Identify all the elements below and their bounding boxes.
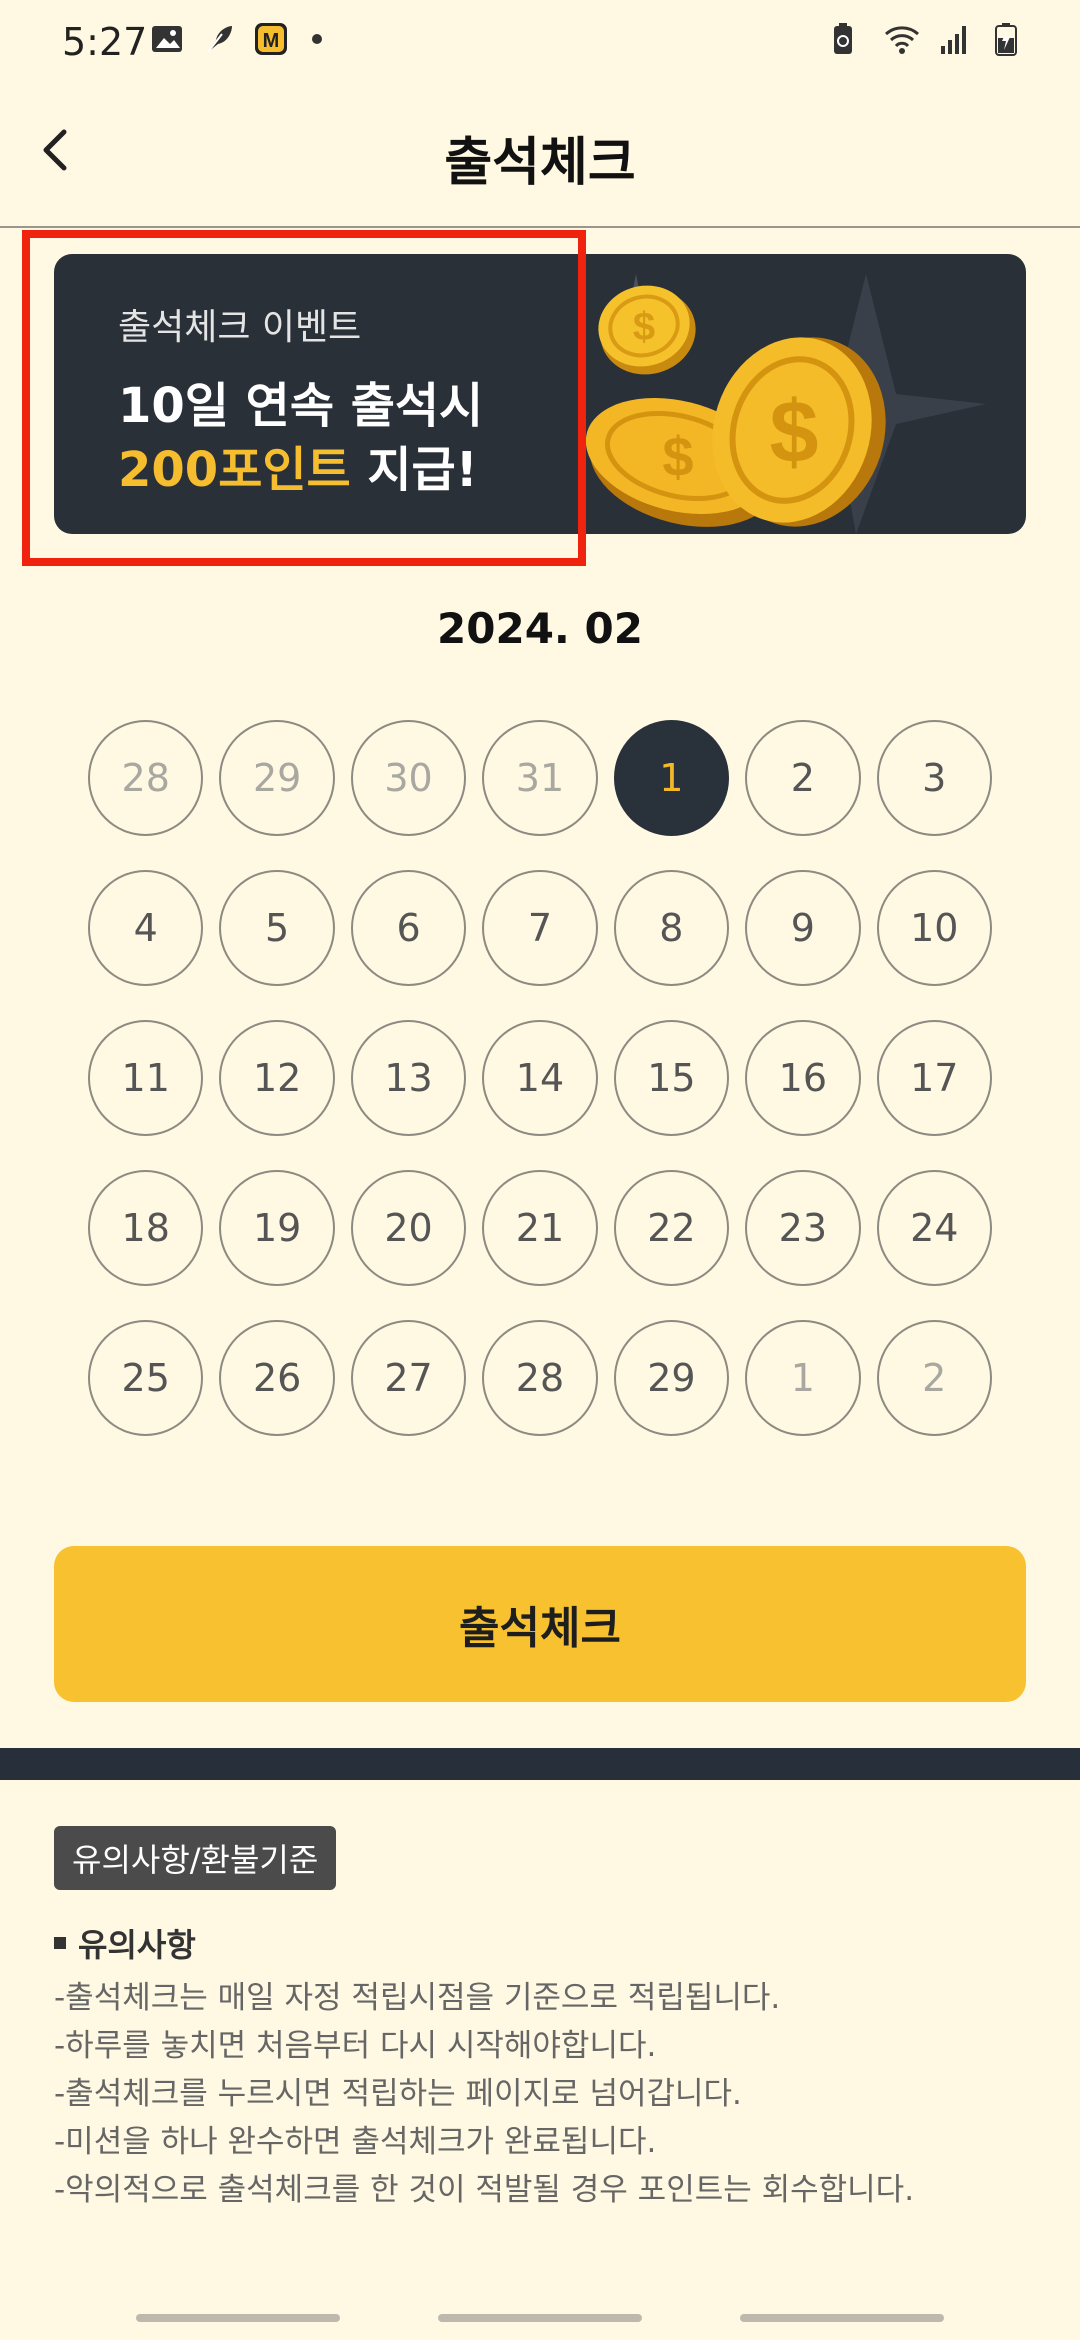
notes-tag: 유의사항/환불기준	[54, 1826, 337, 1890]
notification-dot-icon	[312, 34, 322, 44]
svg-text:$: $	[662, 425, 693, 488]
calendar-day[interactable]: 21	[482, 1170, 598, 1286]
page-title: 출석체크	[444, 133, 636, 193]
highlight-annotation-box	[22, 230, 586, 566]
calendar-day[interactable]: 23	[745, 1170, 861, 1286]
feather-app-icon	[202, 22, 236, 56]
nav-back-button[interactable]	[740, 2314, 944, 2322]
calendar-day[interactable]: 2	[876, 1320, 992, 1436]
calendar-day[interactable]: 4	[88, 870, 204, 986]
svg-text:$: $	[770, 382, 819, 481]
battery-charging-icon	[994, 22, 1028, 56]
attendance-screen: 5:27 M 출석체크 출석체크 이벤트 10일 연속 출석시 200포인트 지…	[0, 0, 1080, 2340]
calendar-day[interactable]: 12	[219, 1020, 335, 1136]
battery-saver-icon	[826, 22, 860, 56]
calendar-week-row: 25 26 27 28 29 1 2	[88, 1320, 992, 1436]
calendar-day[interactable]: 24	[876, 1170, 992, 1286]
attendance-check-button[interactable]: 출석체크	[54, 1546, 1026, 1702]
calendar-day[interactable]: 28	[482, 1320, 598, 1436]
calendar-day[interactable]: 3	[876, 720, 992, 836]
calendar-day[interactable]: 11	[88, 1020, 204, 1136]
calendar-day-today[interactable]: 1	[613, 720, 730, 836]
calendar-week-row: 11 12 13 14 15 16 17	[88, 1020, 992, 1136]
notes-heading: 유의사항	[54, 1920, 196, 1966]
note-line: -출석체크는 매일 자정 적립시점을 기준으로 적립됩니다.	[54, 1980, 781, 2016]
nav-home-button[interactable]	[438, 2314, 642, 2322]
calendar-day[interactable]: 19	[219, 1170, 335, 1286]
calendar-day[interactable]: 6	[350, 870, 467, 986]
status-left-icons: M	[150, 22, 322, 56]
notes-heading-text: 유의사항	[78, 1926, 196, 1964]
calendar-day[interactable]: 5	[219, 870, 335, 986]
status-time: 5:27	[62, 20, 148, 64]
calendar-day[interactable]: 17	[876, 1020, 992, 1136]
calendar-day[interactable]: 14	[482, 1020, 598, 1136]
calendar-day[interactable]: 2	[745, 720, 861, 836]
notes-list: -출석체크는 매일 자정 적립시점을 기준으로 적립됩니다. -하루를 놓치면 …	[54, 1974, 1044, 2214]
status-bar: 5:27 M	[0, 0, 1080, 84]
svg-text:$: $	[633, 305, 655, 349]
note-line: -악의적으로 출석체크를 한 것이 적발될 경우 포인트는 회수합니다.	[54, 2172, 915, 2208]
signal-icon	[938, 22, 972, 56]
gold-coins-icon: $ $ $	[585, 274, 986, 534]
nav-recent-button[interactable]	[136, 2314, 340, 2322]
calendar-day[interactable]: 31	[482, 720, 598, 836]
section-divider	[0, 1748, 1080, 1780]
calendar-day[interactable]: 22	[613, 1170, 730, 1286]
note-line: -출석체크를 누르시면 적립하는 페이지로 넘어갑니다.	[54, 2076, 742, 2112]
note-line: -미션을 하나 완수하면 출석체크가 완료됩니다.	[54, 2124, 657, 2160]
calendar-day[interactable]: 29	[613, 1320, 730, 1436]
wifi-icon	[882, 22, 919, 56]
calendar-week-row: 4 5 6 7 8 9 10	[88, 870, 992, 986]
calendar-week-row: 18 19 20 21 22 23 24	[88, 1170, 992, 1286]
calendar-day[interactable]: 7	[482, 870, 598, 986]
calendar-day[interactable]: 13	[350, 1020, 467, 1136]
calendar-day[interactable]: 18	[88, 1170, 204, 1286]
calendar-day[interactable]: 10	[876, 870, 992, 986]
calendar-day[interactable]: 29	[219, 720, 335, 836]
calendar-day[interactable]: 16	[745, 1020, 861, 1136]
system-nav-bar	[0, 2300, 1080, 2340]
calendar-day[interactable]: 9	[745, 870, 861, 986]
calendar-day[interactable]: 26	[219, 1320, 335, 1436]
calendar-day[interactable]: 25	[88, 1320, 204, 1436]
square-bullet-icon	[54, 1937, 66, 1949]
calendar-day[interactable]: 27	[350, 1320, 467, 1436]
status-right-icons	[826, 22, 1028, 56]
calendar-day[interactable]: 1	[745, 1320, 861, 1436]
calendar-week-row: 28 29 30 31 1 2 3	[88, 720, 992, 836]
calendar-day[interactable]: 20	[350, 1170, 467, 1286]
calendar-day[interactable]: 15	[613, 1020, 730, 1136]
calendar-day[interactable]: 8	[613, 870, 730, 986]
calendar-month: 2024. 02	[437, 604, 643, 653]
calendar-day[interactable]: 28	[88, 720, 204, 836]
calendar-day[interactable]: 30	[350, 720, 467, 836]
app-header: 출석체크	[0, 84, 1080, 228]
svg-text:M: M	[263, 30, 280, 52]
m-app-icon: M	[254, 22, 288, 56]
image-icon	[150, 22, 184, 56]
attendance-calendar: 28 29 30 31 1 2 3 4 5 6 7 8 9 10 11 12 13 14 15 16 17 18 19 20 2…	[88, 720, 992, 1470]
note-line: -하루를 놓치면 처음부터 다시 시작해야합니다.	[54, 2028, 657, 2064]
